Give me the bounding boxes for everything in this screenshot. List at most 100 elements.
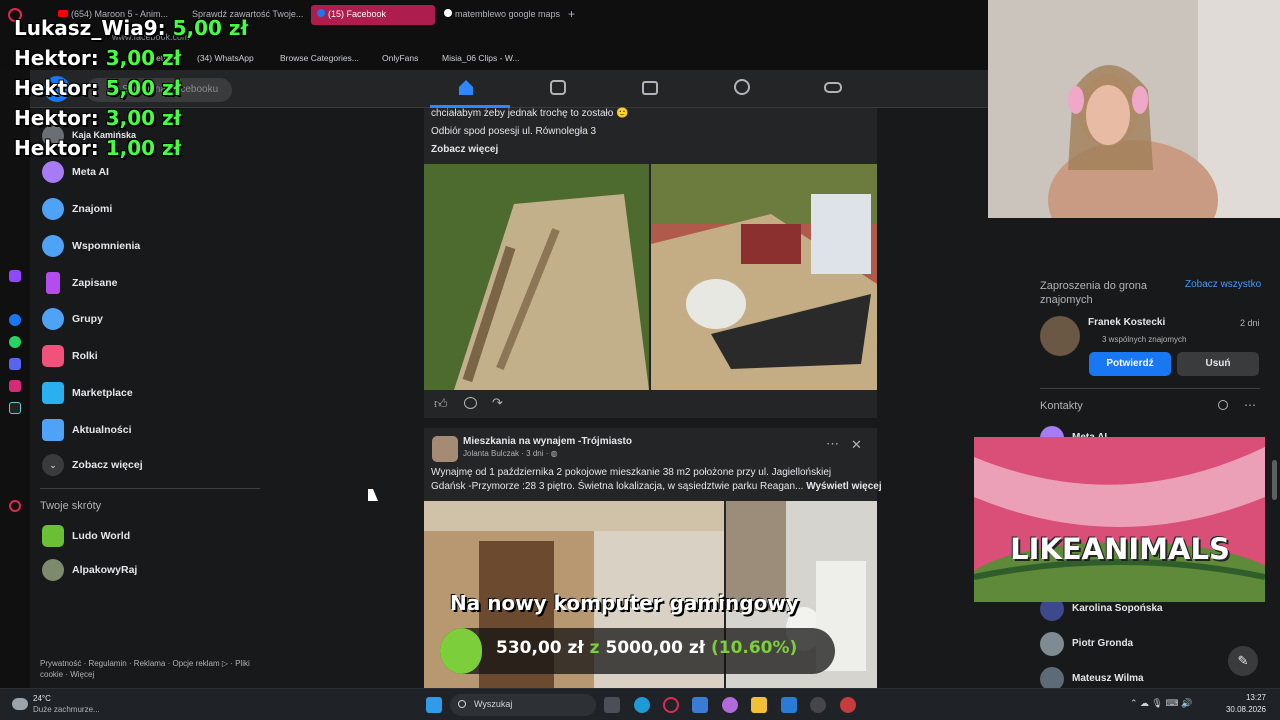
windows-taskbar: 24°C Duże zachmurze... Wyszukaj ⌃ ☁ 🎙︎ ⌨… <box>0 688 1280 720</box>
sidebar-item-reels[interactable]: Rolki <box>40 342 260 372</box>
sidebar-item-feeds[interactable]: Aktualności <box>40 416 260 446</box>
goal-amounts: 530,00 zł z 5000,00 zł (10.60%) <box>496 638 797 658</box>
clock-date[interactable]: 30.08.2026 <box>1222 705 1266 714</box>
requester-name[interactable]: Franek Kostecki <box>1088 317 1165 328</box>
webcam-feed <box>988 0 1280 218</box>
outlook-icon[interactable] <box>781 697 797 713</box>
new-tab-button[interactable]: + <box>568 7 575 21</box>
contact-item[interactable]: Piotr Gronda <box>1040 630 1260 658</box>
donation-amount: 1,00 zł <box>105 136 182 160</box>
donation-amount: 3,00 zł <box>105 46 182 70</box>
weather-icon[interactable] <box>12 698 28 710</box>
bookmark-kick-categories[interactable]: Browse Categories... <box>280 53 359 63</box>
post-time[interactable]: 3 dni <box>526 449 543 458</box>
sidebar-item-label: Grupy <box>72 313 103 325</box>
google-icon <box>444 9 452 17</box>
bookmark-whatsapp[interactable]: (34) WhatsApp <box>197 53 254 63</box>
search-icon[interactable] <box>1218 400 1228 410</box>
group-name[interactable]: Mieszkania na wynajem -Trójmiasto <box>463 436 632 447</box>
store-icon[interactable] <box>692 697 708 713</box>
goal-target: 5000,00 zł <box>605 638 706 658</box>
friends-icon <box>42 198 64 220</box>
goal-bar-fill <box>440 628 482 674</box>
obs-icon[interactable] <box>810 697 826 713</box>
see-all-link[interactable]: Zobacz wszystko <box>1185 279 1261 290</box>
donation-entry: Hektor: 3,00 zł <box>14 106 181 130</box>
whatsapp-icon[interactable] <box>9 336 21 348</box>
groups-icon[interactable] <box>731 76 753 98</box>
twitch-icon[interactable] <box>9 270 21 282</box>
opera-icon[interactable] <box>663 697 679 713</box>
contact-name: Mateusz Wilma <box>1072 673 1144 684</box>
sidebar-item-label: Znajomi <box>72 203 113 215</box>
goal-current: 530,00 zł <box>496 638 584 658</box>
clock-icon <box>42 235 64 257</box>
facebook-icon <box>317 9 325 17</box>
see-more-link[interactable]: Wyświetl więcej <box>806 481 881 492</box>
request-time: 2 dni <box>1240 318 1260 328</box>
discord-icon[interactable] <box>9 358 21 370</box>
file-explorer-icon[interactable] <box>751 697 767 713</box>
shortcut-ludo-world[interactable]: Ludo World <box>40 522 260 552</box>
home-icon[interactable] <box>455 76 477 98</box>
sidebar-item-marketplace[interactable]: Marketplace <box>40 379 260 409</box>
post-text-line: Odbiór spod posesji ul. Równoległa 3 <box>431 126 597 137</box>
sidebar-item-meta-ai[interactable]: Meta AI <box>40 158 260 188</box>
shortcut-alpakowy-raj[interactable]: AlpakowyRaj <box>40 556 260 586</box>
tab-facebook[interactable]: (15) Facebook <box>311 5 435 25</box>
more-options-icon[interactable]: ⋯ <box>1244 398 1256 412</box>
remove-button[interactable]: Usuń <box>1177 352 1259 376</box>
donation-entry: Lukasz_Wia9: 5,00 zł <box>14 16 248 40</box>
friend-request-avatar[interactable] <box>1040 316 1080 356</box>
scrollbar[interactable] <box>1272 460 1277 500</box>
task-view-icon[interactable] <box>604 697 620 713</box>
tab-google-maps[interactable]: matemblewo google maps <box>438 5 562 25</box>
search-icon <box>458 700 466 708</box>
new-message-button[interactable]: ✎ <box>1228 646 1258 676</box>
sidebar-item-saved[interactable]: Zapisane <box>40 269 260 299</box>
donor-name: Hektor: <box>14 136 99 160</box>
taskbar-search-input[interactable]: Wyszukaj <box>450 694 596 716</box>
clock-time[interactable]: 13:27 <box>1222 693 1266 702</box>
mouse-cursor-icon <box>368 489 378 501</box>
close-icon[interactable]: ✕ <box>851 437 862 453</box>
more-options-icon[interactable]: ⋯ <box>826 436 839 452</box>
feeds-icon <box>42 419 64 441</box>
like-icon[interactable]: 👍︎ <box>434 396 448 412</box>
instagram-icon[interactable] <box>9 380 21 392</box>
author-name[interactable]: Jolanta Bulczak <box>463 449 519 458</box>
confirm-button[interactable]: Potwierdź <box>1089 352 1171 376</box>
copilot-icon[interactable] <box>722 697 738 713</box>
gaming-icon[interactable] <box>822 76 844 98</box>
donor-name: Hektor: <box>14 76 99 100</box>
video-icon[interactable] <box>547 76 569 98</box>
footer-links[interactable]: Prywatność · Regulamin · Reklama · Opcje… <box>40 658 255 680</box>
edge-icon[interactable] <box>634 697 650 713</box>
sidebar-see-more[interactable]: ⌄ Zobacz więcej <box>40 451 260 481</box>
app-icon[interactable] <box>840 697 856 713</box>
sidebar-item-memories[interactable]: Wspomnienia <box>40 232 260 262</box>
sidebar-item-groups[interactable]: Grupy <box>40 305 260 335</box>
weather-desc[interactable]: Duże zachmurze... <box>33 705 100 714</box>
settings-icon[interactable] <box>9 500 21 512</box>
weather-temp[interactable]: 24°C <box>33 694 51 703</box>
start-button[interactable] <box>426 697 442 713</box>
tab-label: (15) Facebook <box>328 9 387 19</box>
post-text-line: Wynajmę od 1 października 2 pokojowe mie… <box>431 467 832 478</box>
share-icon[interactable]: ↷ <box>492 395 503 411</box>
sidebar-item-friends[interactable]: Znajomi <box>40 195 260 225</box>
reels-icon <box>42 345 64 367</box>
system-tray[interactable]: ⌃ ☁ 🎙︎ ⌨ 🔊 <box>1130 698 1214 712</box>
donation-amount: 5,00 zł <box>172 16 248 40</box>
marketplace-icon[interactable] <box>639 76 661 98</box>
bookmark-onlyfans[interactable]: OnlyFans <box>382 53 418 63</box>
post-photo[interactable] <box>424 164 649 390</box>
tiktok-icon[interactable] <box>9 402 21 414</box>
goal-sep: z <box>589 638 600 658</box>
group-avatar[interactable] <box>432 436 458 462</box>
messenger-icon[interactable] <box>9 314 21 326</box>
bookmark-misia-clips[interactable]: Misia_06 Clips - W... <box>442 53 519 63</box>
see-more-link[interactable]: Zobacz więcej <box>431 144 498 155</box>
post-photo[interactable] <box>651 164 877 390</box>
comment-icon[interactable] <box>464 397 477 409</box>
